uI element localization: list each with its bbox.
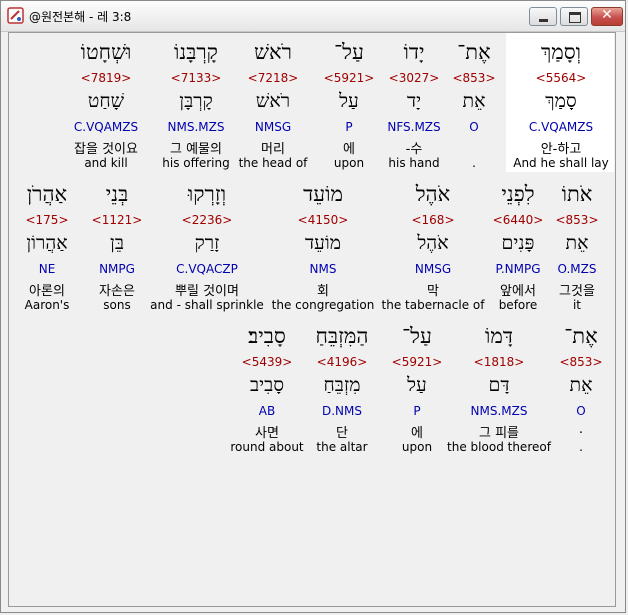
hebrew-lemma: סָבִיב xyxy=(249,374,285,396)
english-gloss: the congregation xyxy=(271,298,375,312)
parsing-code: NE xyxy=(38,262,56,276)
hebrew-word: מוֹעֵד xyxy=(303,182,343,206)
korean-gloss: 회 xyxy=(317,284,329,299)
korean-gloss: 아론의 xyxy=(29,284,65,299)
strong-number: <175> xyxy=(25,213,69,227)
maximize-button[interactable] xyxy=(560,7,588,26)
parsing-code: C.VQAMZS xyxy=(73,120,139,134)
app-window: @원전본해 - 레 3:8 ✕ וְסָמַךְ <5564> סָמַךְ C.VQ… xyxy=(0,0,626,613)
title-bar[interactable]: @원전본해 - 레 3:8 ✕ xyxy=(1,1,625,32)
window-title: @원전본해 - 레 3:8 xyxy=(29,10,132,24)
english-gloss: and kill xyxy=(84,156,128,170)
word-column[interactable]: מוֹעֵד <4150> מוֹעֵד NMS 회 the congregation xyxy=(257,182,389,317)
hebrew-lemma: שָׁחַט xyxy=(87,90,125,112)
parsing-code: AB xyxy=(258,404,276,418)
hebrew-lemma: מוֹעֵד xyxy=(304,232,341,254)
hebrew-word: וּשְׁחָטוֹ xyxy=(80,40,132,64)
hebrew-lemma: אַהֲרוֹן xyxy=(26,232,68,254)
hebrew-word: סָבִיב׃ xyxy=(248,324,286,348)
close-icon: ✕ xyxy=(601,7,613,23)
korean-gloss: 사면 xyxy=(255,426,279,441)
minimize-button[interactable] xyxy=(529,7,557,26)
app-icon xyxy=(7,7,24,24)
word-column[interactable]: סָבִיב׃ <5439> סָבִיב AB 사면 round about xyxy=(201,324,333,459)
parsing-code: NMS xyxy=(309,262,337,276)
strong-number: <7819> xyxy=(80,71,132,85)
word-column[interactable]: אַהֲרֹן <175> אַהֲרוֹן NE 아론의 Aaron's xyxy=(0,182,113,317)
word-column[interactable]: וּשְׁחָטוֹ <7819> שָׁחַט C.VQAMZS 잡을 것이요 and … xyxy=(40,40,172,175)
interlinear-panel[interactable]: וְסָמַךְ <5564> סָמַךְ C.VQAMZS 안-하고 And he s… xyxy=(8,32,616,607)
english-gloss: Aaron's xyxy=(24,298,70,312)
close-button[interactable]: ✕ xyxy=(591,7,623,26)
english-gloss: round about xyxy=(230,440,304,454)
strong-number: <5439> xyxy=(241,355,293,369)
korean-gloss: 잡을 것이요 xyxy=(74,142,138,157)
strong-number: <4150> xyxy=(297,213,349,227)
hebrew-word: אַהֲרֹן xyxy=(26,182,68,206)
